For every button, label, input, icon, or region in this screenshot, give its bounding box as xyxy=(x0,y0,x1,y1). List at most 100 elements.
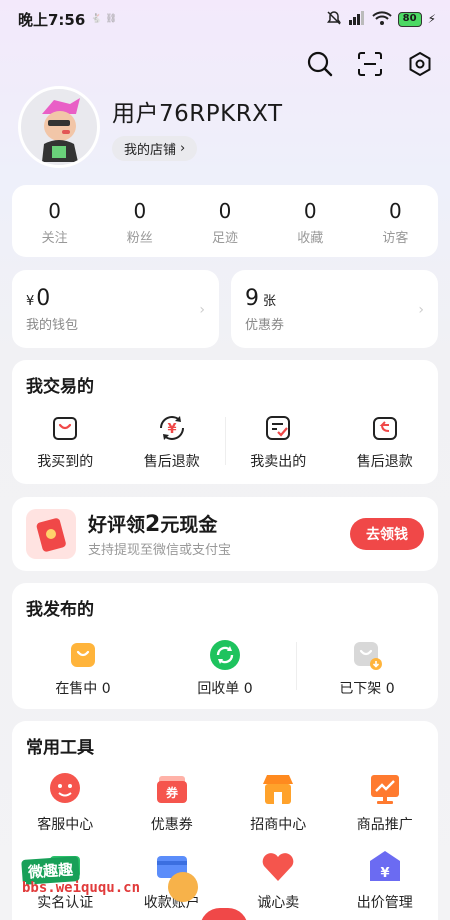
battery-indicator: 80 xyxy=(397,11,422,27)
stat-favorites[interactable]: 0 收藏 xyxy=(268,185,353,257)
promo-title-num: 2 xyxy=(145,512,161,537)
settings-gear-icon[interactable] xyxy=(406,50,434,78)
section-title: 我发布的 xyxy=(26,600,94,620)
on-sale-bag-icon xyxy=(66,638,100,672)
tool-label: 诚心卖 xyxy=(257,895,300,911)
tool-merchant-center[interactable]: 招商中心 xyxy=(225,770,332,834)
trade-label: 售后退款 xyxy=(356,454,413,470)
chevron-right-icon: › xyxy=(180,140,186,156)
listing-label: 已下架 0 xyxy=(339,681,395,697)
coupon-count: 9 xyxy=(245,286,259,311)
red-envelope-icon xyxy=(26,509,76,559)
stat-value: 0 xyxy=(389,199,402,223)
trade-label: 售后退款 xyxy=(143,454,200,470)
stat-value: 0 xyxy=(133,199,147,223)
listing-off-shelf[interactable]: 已下架 0 xyxy=(296,638,438,698)
username: 用户76RPKRXT xyxy=(112,100,283,127)
signal-icon xyxy=(348,10,366,28)
trade-refund-buy[interactable]: ¥ 售后退款 xyxy=(119,411,226,471)
my-trades-card: 我交易的 我买到的 ¥ 售后退款 我卖出的 售后退款 xyxy=(12,360,438,484)
stat-label: 粉丝 xyxy=(126,231,153,246)
avatar[interactable] xyxy=(18,86,100,168)
status-bar: 晚上7:56 🐇 ⛓ 80 ⚡ xyxy=(0,0,450,38)
charging-icon: ⚡ xyxy=(427,12,436,26)
tool-product-promotion[interactable]: 商品推广 xyxy=(332,770,439,834)
tool-customer-service[interactable]: 客服中心 xyxy=(12,770,119,834)
scan-icon[interactable] xyxy=(356,50,384,78)
trade-label: 我买到的 xyxy=(37,454,94,470)
profile-header: 用户76RPKRXT 我的店铺 › xyxy=(18,86,283,168)
svg-text:¥: ¥ xyxy=(167,422,176,437)
chevron-right-icon: › xyxy=(199,302,205,318)
tool-label: 优惠券 xyxy=(150,817,193,833)
stat-value: 0 xyxy=(303,199,317,223)
trade-bought[interactable]: 我买到的 xyxy=(12,411,119,471)
stat-value: 0 xyxy=(48,199,61,223)
stat-fans[interactable]: 0 粉丝 xyxy=(97,185,182,257)
listing-label: 在售中 0 xyxy=(55,681,111,697)
wallet-label: 我的钱包 xyxy=(26,318,79,333)
heart-sell-icon xyxy=(259,848,297,886)
listing-on-sale[interactable]: 在售中 0 xyxy=(12,638,154,698)
section-title: 我交易的 xyxy=(26,377,94,397)
watermark: 微趣趣 bbs.weiququ.cn xyxy=(21,856,198,902)
status-time: 晚上7:56 xyxy=(18,10,86,29)
promo-title-pre: 好评领 xyxy=(88,514,146,536)
my-shop-label: 我的店铺 xyxy=(124,142,177,158)
return-refund-icon xyxy=(368,411,402,445)
section-title: 常用工具 xyxy=(26,738,94,758)
divider xyxy=(225,417,226,465)
recycle-icon xyxy=(208,638,242,672)
trade-refund-sell[interactable]: 售后退款 xyxy=(332,411,439,471)
stat-label: 收藏 xyxy=(297,231,324,246)
wallet-balance: 0 xyxy=(36,286,51,311)
mute-bell-icon xyxy=(326,10,342,29)
promo-subtitle: 支持提现至微信或支付宝 xyxy=(88,543,232,558)
promo-title-post: 元现金 xyxy=(160,514,218,536)
stat-label: 关注 xyxy=(41,231,68,246)
tool-label: 出价管理 xyxy=(356,895,413,911)
stat-label: 足迹 xyxy=(212,231,239,246)
tool-label: 客服中心 xyxy=(37,817,94,833)
tool-sincere-sell[interactable]: 诚心卖 xyxy=(225,848,332,912)
trade-sold[interactable]: 我卖出的 xyxy=(225,411,332,471)
tool-label: 招商中心 xyxy=(250,817,307,833)
stat-follow[interactable]: 0 关注 xyxy=(12,185,97,257)
stat-visitors[interactable]: 0 访客 xyxy=(353,185,438,257)
divider xyxy=(296,642,297,690)
promotion-chart-icon xyxy=(366,770,404,808)
my-shop-button[interactable]: 我的店铺 › xyxy=(112,135,198,161)
top-action-bar xyxy=(306,50,434,78)
stat-label: 访客 xyxy=(382,231,409,246)
off-shelf-icon xyxy=(350,638,384,672)
wifi-icon xyxy=(371,10,392,28)
bid-manage-icon: ¥ xyxy=(366,848,404,886)
coupon-card[interactable]: 9张 优惠券 › xyxy=(231,270,438,348)
listing-label: 回收单 0 xyxy=(197,681,253,697)
stat-footprint[interactable]: 0 足迹 xyxy=(182,185,267,257)
my-listings-card: 我发布的 在售中 0 回收单 0 已下架 0 xyxy=(12,583,438,709)
watermark-url: bbs.weiququ.cn xyxy=(22,880,141,896)
currency-symbol: ¥ xyxy=(26,294,35,309)
stats-card: 0 关注 0 粉丝 0 足迹 0 收藏 0 访客 xyxy=(12,185,438,257)
wallet-card[interactable]: ¥0 我的钱包 › xyxy=(12,270,219,348)
claim-cash-button[interactable]: 去领钱 xyxy=(350,518,424,550)
search-icon[interactable] xyxy=(306,50,334,78)
svg-text:¥: ¥ xyxy=(380,866,389,881)
coupon-unit: 张 xyxy=(263,294,277,309)
stat-value: 0 xyxy=(218,199,232,223)
listing-recycle[interactable]: 回收单 0 xyxy=(154,638,296,698)
promo-banner[interactable]: 好评领2元现金 支持提现至微信或支付宝 去领钱 xyxy=(12,497,438,571)
sold-check-icon xyxy=(261,411,295,445)
coupon-label: 优惠券 xyxy=(245,318,285,333)
status-small-icons: 🐇 ⛓ xyxy=(91,14,117,24)
coupon-icon: 券 xyxy=(153,770,191,808)
customer-service-icon xyxy=(46,770,84,808)
tool-coupon[interactable]: 券 优惠券 xyxy=(119,770,226,834)
tool-bid-management[interactable]: ¥ 出价管理 xyxy=(332,848,439,912)
shopping-bag-icon xyxy=(48,411,82,445)
yuan-refresh-icon: ¥ xyxy=(155,411,189,445)
store-icon xyxy=(259,770,297,808)
watermark-mascot-icon xyxy=(168,872,198,902)
trade-label: 我卖出的 xyxy=(250,454,307,470)
